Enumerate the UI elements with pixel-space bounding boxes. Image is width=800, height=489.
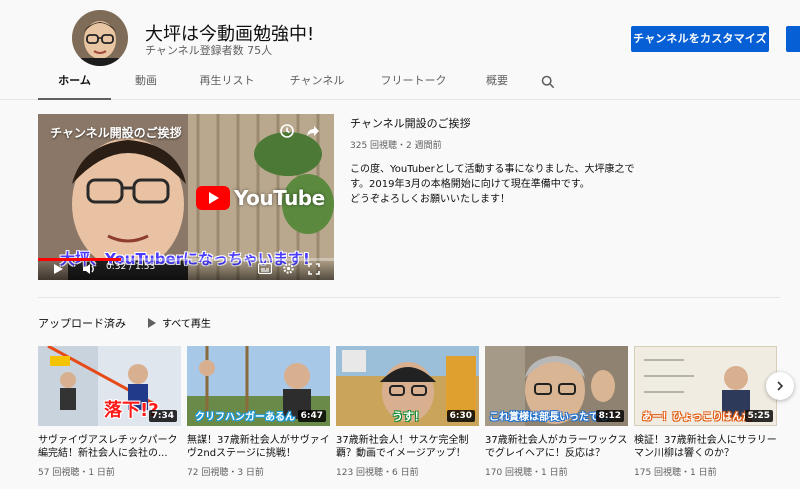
description-line: どうぞよろしくお願いいたします！ xyxy=(350,194,510,205)
video-thumbnail[interactable]: うす！ 6:30 xyxy=(336,346,479,426)
subscriber-count: チャンネル登録者数 75人 xyxy=(145,44,273,57)
share-icon[interactable] xyxy=(306,124,320,138)
video-card[interactable]: あー！ひょっこりはんだ 5:25 検証！37歳新社会人にサラリーマン川柳は響くの… xyxy=(634,346,777,478)
youtube-play-icon xyxy=(196,186,230,210)
uploads-section-title[interactable]: アップロード済み xyxy=(38,315,126,331)
volume-icon[interactable] xyxy=(82,263,96,275)
search-icon xyxy=(541,75,555,89)
channel-header: 大坪は今動画勉強中! チャンネル登録者数 75人 チャンネルをカスタマイズ ホー… xyxy=(0,0,800,100)
channel-tabs: ホーム 動画 再生リスト チャンネル フリートーク 概要 xyxy=(38,64,568,100)
video-duration: 8:12 xyxy=(595,410,624,422)
tab-discussion[interactable]: フリートーク xyxy=(361,64,466,100)
youtube-wordmark: YouTube xyxy=(234,186,325,210)
video-title[interactable]: 無謀！37歳新社会人がサヴァイヴ2ndステージに挑戦！ xyxy=(187,434,330,460)
video-meta: 170 回視聴・1 日前 xyxy=(485,468,568,478)
tab-home[interactable]: ホーム xyxy=(38,64,111,100)
player-title: チャンネル開設のご挨拶 xyxy=(50,126,182,140)
gear-icon[interactable] xyxy=(282,262,295,275)
watch-later-icon[interactable] xyxy=(280,124,294,138)
video-card[interactable]: クリフハンガーあるん 6:47 無謀！37歳新社会人がサヴァイヴ2ndステージに… xyxy=(187,346,330,478)
featured-video-description: この度、YouTuberとして活動する事になりました、大坪康之で す。2019年… xyxy=(350,162,640,207)
play-icon[interactable] xyxy=(54,264,63,274)
video-duration: 6:47 xyxy=(297,410,326,422)
tab-videos[interactable]: 動画 xyxy=(111,64,181,100)
progress-bar[interactable] xyxy=(38,258,334,261)
thumbnail-caption: これ賞様は部長いったでし xyxy=(489,412,609,423)
tab-about[interactable]: 概要 xyxy=(466,64,528,100)
subtitles-icon[interactable] xyxy=(258,263,272,274)
featured-video-meta: 325 回視聴・2 週間前 xyxy=(350,141,442,151)
video-title[interactable]: 検証！37歳新社会人にサラリーマン川柳は響くのか？ xyxy=(634,434,777,460)
video-duration: 5:25 xyxy=(744,410,773,422)
video-meta: 72 回視聴・3 日前 xyxy=(187,468,264,478)
video-meta: 57 回視聴・1 日前 xyxy=(38,468,115,478)
video-card[interactable]: うす！ 6:30 37歳新社会人！サスケ完全制覇？動画でイメージアップ！ 123… xyxy=(336,346,479,478)
video-thumbnail[interactable]: 落下!? 7:34 xyxy=(38,346,181,426)
video-thumbnail[interactable]: これ賞様は部長いったでし 8:12 xyxy=(485,346,628,426)
video-duration: 7:34 xyxy=(148,410,177,422)
thumbnail-caption: クリフハンガーあるん xyxy=(195,412,295,423)
description-line: す。2019年3月の本格開始に向けて現在準備中です。 xyxy=(350,179,590,190)
next-videos-button[interactable] xyxy=(766,372,794,400)
youtube-logo: YouTube xyxy=(196,186,325,210)
featured-video-player[interactable]: チャンネル開設のご挨拶 YouTube 大坪、YouTuberになっちゃいます!… xyxy=(38,114,334,280)
fullscreen-icon[interactable] xyxy=(308,263,320,275)
video-title[interactable]: サヴァイヴアスレチックパーク編完結！新社会人に会社の... xyxy=(38,434,181,460)
play-icon xyxy=(148,317,156,328)
customize-channel-button[interactable]: チャンネルをカスタマイズ xyxy=(631,26,769,52)
section-divider xyxy=(38,297,780,298)
video-meta: 123 回視聴・6 日前 xyxy=(336,468,419,478)
channel-avatar[interactable] xyxy=(72,10,128,66)
video-thumbnail[interactable]: あー！ひょっこりはんだ 5:25 xyxy=(634,346,777,426)
description-line: この度、YouTuberとして活動する事になりました、大坪康之で xyxy=(350,164,635,175)
video-meta: 175 回視聴・1 日前 xyxy=(634,468,717,478)
tab-search[interactable] xyxy=(528,64,568,100)
video-duration: 6:30 xyxy=(446,410,475,422)
video-card[interactable]: 落下!? 7:34 サヴァイヴアスレチックパーク編完結！新社会人に会社の... … xyxy=(38,346,181,478)
thumbnail-caption: うす！ xyxy=(392,410,425,423)
play-all-label: すべて再生 xyxy=(162,319,211,330)
video-card[interactable]: これ賞様は部長いったでし 8:12 37歳新社会人がカラーワックスでグレイヘアに… xyxy=(485,346,628,478)
video-title[interactable]: 37歳新社会人！サスケ完全制覇？動画でイメージアップ！ xyxy=(336,434,479,460)
progress-fill xyxy=(38,258,121,261)
tab-playlists[interactable]: 再生リスト xyxy=(181,64,273,100)
featured-video-title[interactable]: チャンネル開設のご挨拶 xyxy=(350,115,471,131)
video-thumbnail[interactable]: クリフハンガーあるん 6:47 xyxy=(187,346,330,426)
tab-channels[interactable]: チャンネル xyxy=(273,64,361,100)
play-all-button[interactable]: すべて再生 xyxy=(148,315,211,330)
studio-button[interactable] xyxy=(786,26,800,52)
video-title[interactable]: 37歳新社会人がカラーワックスでグレイヘアに！反応は？ xyxy=(485,434,628,460)
time-display: 0:32 / 1:53 xyxy=(106,262,156,272)
chevron-right-icon xyxy=(777,381,784,391)
thumbnail-caption: あー！ひょっこりはんだ xyxy=(642,412,752,423)
